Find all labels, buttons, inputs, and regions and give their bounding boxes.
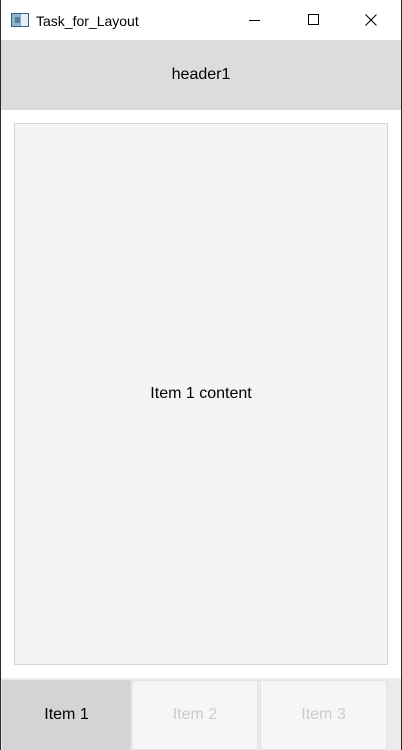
tab-item-2-label: Item 2	[172, 706, 218, 723]
content-label: Item 1 content	[150, 385, 252, 402]
title-bar[interactable]: Task_for_Layout	[1, 0, 401, 40]
minimize-button[interactable]	[232, 0, 278, 40]
maximize-button[interactable]	[290, 0, 336, 40]
header-label: header1	[171, 66, 231, 83]
header-panel: header1	[1, 40, 401, 110]
tab-item-2[interactable]: Item 2	[132, 680, 258, 750]
tab-item-3-label: Item 3	[301, 706, 346, 723]
tab-item-3[interactable]: Item 3	[260, 680, 387, 750]
tab-content-area: Item 1 content	[1, 110, 401, 678]
tab-bar: Item 1 Item 2 Item 3	[1, 678, 401, 750]
tab-item-1-label: Item 1	[44, 706, 89, 723]
close-button[interactable]	[348, 0, 394, 40]
app-icon	[11, 13, 29, 27]
window-title: Task_for_Layout	[36, 13, 139, 29]
tab-content-panel: Item 1 content	[14, 123, 388, 665]
tab-item-1[interactable]: Item 1	[2, 680, 131, 750]
app-window: Task_for_Layout header1 Item 1 content I…	[1, 0, 401, 750]
close-icon	[365, 14, 377, 26]
